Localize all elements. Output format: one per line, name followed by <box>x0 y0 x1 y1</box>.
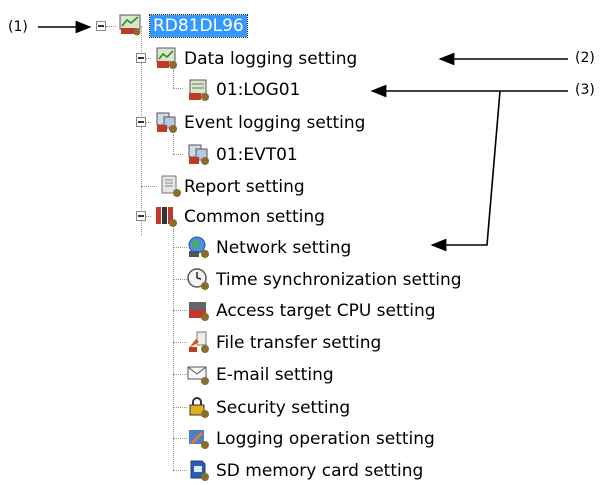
project-tree: RD81DL96 Data logging setting 01:LOG01 E… <box>0 0 603 485</box>
callout-3-arrow-branch <box>430 90 501 252</box>
callout-arrows <box>38 20 568 252</box>
